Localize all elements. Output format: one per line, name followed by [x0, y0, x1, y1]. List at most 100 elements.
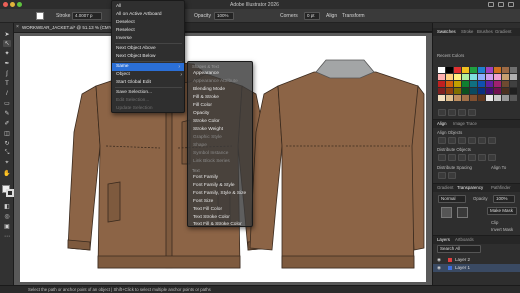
menu-item-all[interactable]: All	[116, 4, 121, 9]
color-swatch[interactable]	[502, 74, 509, 80]
color-swatch[interactable]	[462, 67, 469, 73]
color-swatch[interactable]	[454, 81, 461, 87]
layer-row[interactable]: ◉ Layer 1	[433, 264, 520, 272]
swatch-libraries-icon[interactable]	[438, 109, 446, 116]
color-swatch[interactable]	[438, 67, 445, 73]
mask-thumbnail[interactable]	[457, 207, 468, 218]
color-swatch[interactable]	[494, 67, 501, 73]
delete-swatch-icon[interactable]	[468, 109, 476, 116]
color-swatch[interactable]	[478, 67, 485, 73]
align-left-icon[interactable]	[438, 137, 446, 144]
shaper-tool-icon[interactable]: ✐	[3, 120, 11, 127]
color-swatch[interactable]	[446, 81, 453, 87]
color-swatch[interactable]	[446, 74, 453, 80]
color-swatch[interactable]	[510, 74, 517, 80]
corners-input[interactable]: 0 pt	[304, 12, 320, 20]
align-center-icon[interactable]	[448, 137, 456, 144]
color-swatch[interactable]	[486, 74, 493, 80]
color-swatch[interactable]	[510, 81, 517, 87]
color-swatch[interactable]	[502, 81, 509, 87]
color-swatch[interactable]	[486, 95, 493, 101]
color-swatch[interactable]	[486, 67, 493, 73]
menu-item-start-global-edit[interactable]: Start Global Edit	[116, 80, 151, 85]
color-swatch[interactable]	[470, 67, 477, 73]
menu-item-next-object-above[interactable]: Next Object Above	[116, 46, 156, 51]
new-swatch-icon[interactable]	[458, 109, 466, 116]
make-mask-button[interactable]: Make Mask	[487, 207, 517, 215]
paintbrush-tool-icon[interactable]: ✎	[3, 110, 11, 117]
stroke-weight-input[interactable]: 4.0007 p	[72, 12, 102, 20]
color-swatch[interactable]	[494, 88, 501, 94]
color-swatch[interactable]	[470, 95, 477, 101]
color-swatch[interactable]	[454, 88, 461, 94]
document-tab[interactable]: × WORKWEAR_JACKET.ai* @ 51.13 % (CMYK/P.…	[14, 23, 124, 32]
tab-swatches[interactable]: Swatches	[437, 29, 456, 34]
align-button[interactable]: Align	[326, 13, 337, 19]
draw-mode-icon[interactable]: ◎	[3, 213, 11, 220]
submenu-item-text-fill-stroke-color[interactable]: Text Fill & Stroke Color	[193, 222, 242, 227]
tab-gradient-2[interactable]: Gradient	[437, 185, 453, 190]
submenu-item-font-family[interactable]: Font Family	[193, 175, 218, 180]
submenu-item-text-stroke-color[interactable]: Text Stroke Color	[193, 215, 230, 220]
color-swatch[interactable]	[470, 88, 477, 94]
submenu-item-font-family-style-size[interactable]: Font Family, Style & Size	[193, 191, 246, 196]
tab-image-trace[interactable]: Image Trace	[453, 121, 477, 126]
color-mode-icon[interactable]: ◧	[3, 203, 11, 210]
distribute-left-icon[interactable]	[468, 154, 476, 161]
submenu-item-font-family-style[interactable]: Font Family & Style	[193, 183, 235, 188]
align-middle-icon[interactable]	[478, 137, 486, 144]
tab-stroke[interactable]: Stroke	[461, 29, 473, 34]
color-swatch[interactable]	[494, 74, 501, 80]
color-swatch[interactable]	[438, 81, 445, 87]
direct-selection-tool-icon[interactable]: ↖	[3, 40, 11, 47]
color-swatch[interactable]	[454, 67, 461, 73]
color-swatch[interactable]	[478, 95, 485, 101]
color-swatch[interactable]	[486, 88, 493, 94]
blend-mode-select[interactable]: Normal	[438, 195, 466, 203]
eyedropper-tool-icon[interactable]: ⌖	[3, 160, 11, 167]
color-swatch[interactable]	[494, 95, 501, 101]
tab-pathfinder[interactable]: Pathfinder	[491, 185, 511, 190]
new-color-group-icon[interactable]	[448, 109, 456, 116]
tab-transparency[interactable]: Transparency	[457, 185, 483, 190]
color-swatch[interactable]	[462, 95, 469, 101]
layers-search-input[interactable]: Search All	[437, 245, 481, 253]
distribute-top-icon[interactable]	[438, 154, 446, 161]
distribute-hcenter-icon[interactable]	[478, 154, 486, 161]
edit-toolbar-icon[interactable]: ⋯	[3, 233, 11, 240]
transform-button[interactable]: Transform	[342, 13, 365, 19]
menu-item-same[interactable]: Same ›	[112, 63, 184, 71]
tab-brushes[interactable]: Brushes	[477, 29, 493, 34]
color-swatch[interactable]	[454, 95, 461, 101]
space-horizontal-icon[interactable]	[448, 172, 456, 179]
color-swatch[interactable]	[478, 81, 485, 87]
type-tool-icon[interactable]: T	[3, 80, 11, 87]
stroke-swatch[interactable]	[6, 189, 14, 197]
color-swatch[interactable]	[470, 81, 477, 87]
color-swatch[interactable]	[446, 95, 453, 101]
align-top-icon[interactable]	[468, 137, 476, 144]
search-icon[interactable]	[498, 2, 504, 7]
color-swatch[interactable]	[510, 88, 517, 94]
color-swatch[interactable]	[478, 74, 485, 80]
layer-row[interactable]: ◉ Layer 2	[433, 256, 520, 264]
menu-item-deselect[interactable]: Deselect	[116, 20, 135, 25]
color-swatch[interactable]	[494, 81, 501, 87]
space-vertical-icon[interactable]	[438, 172, 446, 179]
submenu-item-stroke-weight[interactable]: Stroke Weight	[193, 127, 223, 132]
submenu-item-opacity[interactable]: Opacity	[193, 111, 209, 116]
share-icon[interactable]	[508, 2, 514, 7]
minimize-window-icon[interactable]	[10, 2, 15, 7]
color-swatch[interactable]	[510, 67, 517, 73]
color-swatch[interactable]	[446, 88, 453, 94]
workspace-icon[interactable]	[488, 2, 494, 7]
zoom-window-icon[interactable]	[17, 2, 22, 7]
scale-tool-icon[interactable]: ⤡	[3, 150, 11, 157]
tab-align[interactable]: Align	[437, 121, 447, 126]
menu-item-inverse[interactable]: Inverse	[116, 36, 132, 41]
submenu-item-appearance[interactable]: Appearance	[193, 71, 219, 76]
submenu-item-font-size[interactable]: Font Size	[193, 199, 213, 204]
selection-tool-icon[interactable]: ➤	[3, 31, 11, 38]
jacket-back[interactable]	[249, 59, 425, 269]
color-swatch[interactable]	[502, 67, 509, 73]
